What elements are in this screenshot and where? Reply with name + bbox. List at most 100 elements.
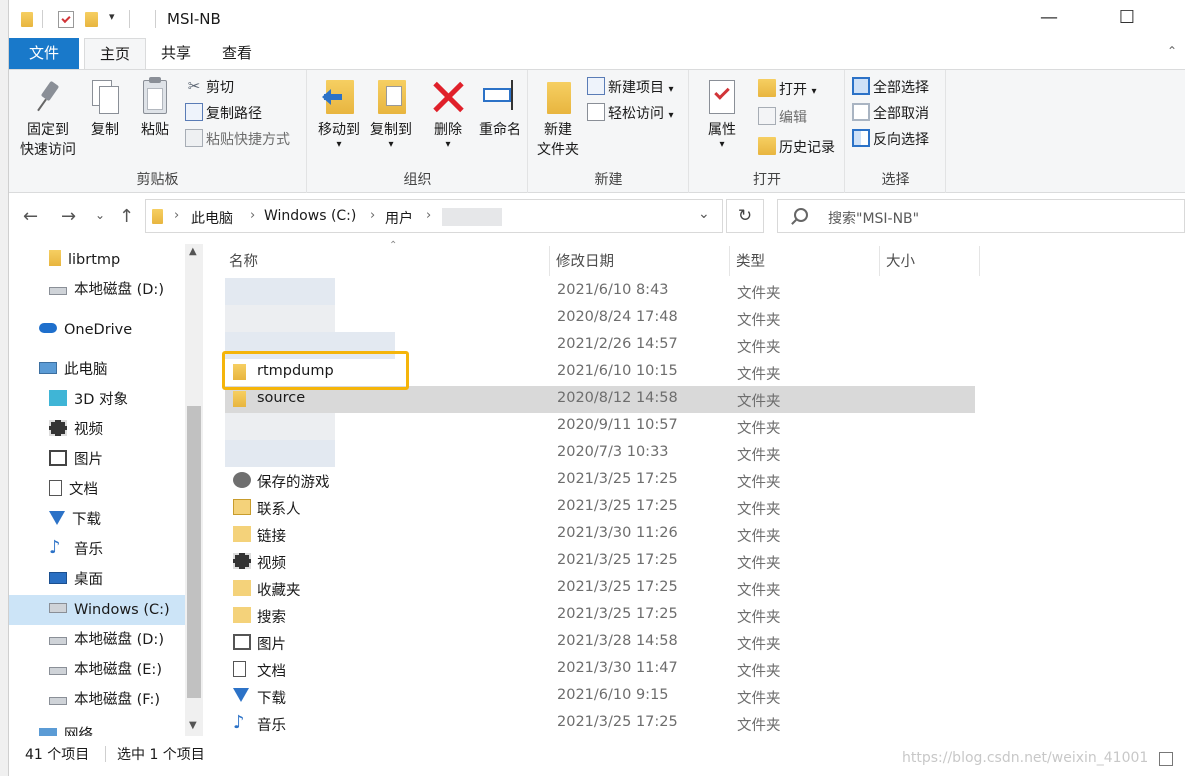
new-folder-button[interactable]: 新建 文件夹 [533, 76, 583, 160]
file-row[interactable]: 联系人 2021/3/25 17:25 文件夹 [225, 494, 975, 521]
pin-quick-access-button[interactable]: 固定到 快速访问 [15, 76, 81, 160]
file-date: 2021/6/10 10:15 [557, 363, 678, 379]
breadcrumb-this-pc[interactable]: 此电脑 [191, 208, 233, 228]
nav-item[interactable]: ♪ 音乐 [49, 535, 103, 565]
tab-view[interactable]: 查看 [207, 38, 267, 69]
file-row[interactable]: source 2020/8/12 14:58 文件夹 [225, 386, 975, 413]
nav-item[interactable]: 此电脑 [39, 355, 108, 385]
file-row[interactable]: 文档 2021/3/30 11:47 文件夹 [225, 656, 975, 683]
forward-arrow-icon[interactable]: → [61, 206, 76, 227]
file-row[interactable]: 视频 2021/3/25 17:25 文件夹 [225, 548, 975, 575]
nav-item[interactable]: OneDrive [39, 315, 132, 345]
details-view-icon[interactable] [1159, 752, 1173, 766]
maximize-button[interactable]: ☐ [1117, 8, 1137, 28]
nav-item-label: Windows (C:) [74, 602, 170, 618]
file-type: 文件夹 [737, 367, 781, 383]
column-header-date[interactable]: 修改日期 [556, 250, 614, 271]
history-button[interactable]: 历史记录 [758, 136, 835, 160]
minimize-button[interactable]: — [1039, 8, 1059, 28]
crumb-separator-icon[interactable]: › [250, 208, 255, 223]
easy-access-button[interactable]: 轻松访问 ▾ [587, 102, 673, 126]
nav-item[interactable]: 3D 对象 [49, 385, 128, 415]
nav-item[interactable]: 文档 [49, 475, 98, 505]
invert-selection-label: 反向选择 [873, 132, 929, 148]
copy-to-label: 复制到 [370, 122, 412, 138]
nav-item[interactable]: 本地磁盘 (E:) [49, 655, 162, 685]
copy-path-button[interactable]: 复制路径 [185, 102, 262, 126]
new-item-button[interactable]: 新建项目 ▾ [587, 76, 673, 100]
file-type: 文件夹 [737, 475, 781, 491]
tab-share[interactable]: 共享 [147, 38, 205, 69]
ribbon-collapse-icon[interactable]: ⌃ [1167, 44, 1177, 58]
invert-selection-button[interactable]: 反向选择 [852, 128, 929, 152]
up-arrow-icon[interactable]: ↑ [119, 206, 134, 227]
recent-locations-chevron-icon[interactable]: ⌄ [95, 208, 105, 222]
nav-item[interactable]: 图片 [49, 445, 103, 475]
tab-file[interactable]: 文件 [9, 38, 79, 69]
crumb-separator-icon[interactable]: › [426, 208, 431, 223]
scroll-thumb[interactable] [187, 406, 201, 698]
file-row[interactable]: 2020/7/3 10:33 文件夹 [225, 440, 975, 467]
rename-button[interactable]: 重命名 [474, 76, 526, 140]
nav-item[interactable]: 视频 [49, 415, 103, 445]
copy-button[interactable]: 复制 [83, 76, 127, 140]
paste-button[interactable]: 粘贴 [133, 76, 177, 140]
nav-item[interactable]: 本地磁盘 (D:) [49, 625, 164, 655]
open-button[interactable]: 打开 ▾ [758, 78, 816, 102]
nav-scrollbar[interactable]: ▲ ▼ [185, 244, 203, 736]
file-row[interactable]: 2020/8/24 17:48 文件夹 [225, 305, 975, 332]
new-folder-quick-icon[interactable] [85, 12, 98, 27]
nav-item[interactable]: Windows (C:) [9, 595, 187, 625]
column-header-name[interactable]: 名称 [229, 250, 258, 271]
address-dropdown-icon[interactable]: ⌄ [698, 206, 710, 222]
file-row[interactable]: 保存的游戏 2021/3/25 17:25 文件夹 [225, 467, 975, 494]
file-row[interactable]: 收藏夹 2021/3/25 17:25 文件夹 [225, 575, 975, 602]
file-name: 视频 [257, 556, 286, 572]
file-row[interactable]: ♪ 音乐 2021/3/25 17:25 文件夹 [225, 710, 975, 737]
properties-quick-icon[interactable] [58, 11, 74, 28]
nav-item[interactable]: librtmp [49, 245, 120, 275]
nav-item[interactable]: 本地磁盘 (D:) [49, 275, 164, 305]
new-group: 新建 文件夹 新建项目 ▾ 轻松访问 ▾ 新建 [529, 70, 689, 193]
new-folder-icon [541, 76, 575, 118]
address-bar[interactable]: › 此电脑 › Windows (C:) › 用户 › ⌄ [145, 199, 723, 233]
quick-access-dropdown-icon[interactable]: ▾ [109, 10, 115, 23]
edit-button[interactable]: 编辑 [758, 106, 807, 130]
copy-to-button[interactable]: 复制到 ▾ [366, 76, 416, 150]
breadcrumb-users[interactable]: 用户 [385, 208, 413, 228]
cut-button[interactable]: ✂ 剪切 [185, 76, 234, 100]
file-row[interactable]: 链接 2021/3/30 11:26 文件夹 [225, 521, 975, 548]
paste-shortcut-button[interactable]: 粘贴快捷方式 [185, 128, 290, 152]
nav-item[interactable]: 桌面 [49, 565, 103, 595]
select-none-button[interactable]: 全部取消 [852, 102, 929, 126]
file-type: 文件夹 [737, 313, 781, 329]
file-row[interactable]: 下载 2021/6/10 9:15 文件夹 [225, 683, 975, 710]
file-row[interactable]: 2021/6/10 8:43 文件夹 [225, 278, 975, 305]
file-row[interactable]: 2020/9/11 10:57 文件夹 [225, 413, 975, 440]
select-all-button[interactable]: 全部选择 [852, 76, 929, 100]
nav-item[interactable]: 下载 [49, 505, 101, 535]
column-header-size[interactable]: 大小 [886, 250, 915, 271]
scroll-up-arrow-icon[interactable]: ▲ [189, 246, 197, 257]
crumb-separator-icon[interactable]: › [370, 208, 375, 223]
column-header-type[interactable]: 类型 [736, 250, 765, 271]
file-row[interactable]: 搜索 2021/3/25 17:25 文件夹 [225, 602, 975, 629]
refresh-icon[interactable]: ↻ [726, 199, 764, 233]
back-arrow-icon[interactable]: ← [23, 206, 38, 227]
file-row[interactable]: 图片 2021/3/28 14:58 文件夹 [225, 629, 975, 656]
nav-item-label: 文档 [69, 482, 98, 498]
nav-item[interactable]: 本地磁盘 (F:) [49, 685, 160, 715]
history-icon [758, 137, 776, 155]
crumb-separator-icon[interactable]: › [174, 208, 179, 223]
breadcrumb-windows-c[interactable]: Windows (C:) [264, 208, 356, 224]
tab-home[interactable]: 主页 [84, 38, 146, 70]
cut-label: 剪切 [206, 80, 234, 96]
nav-item[interactable]: 网络 [39, 720, 93, 736]
delete-button[interactable]: 删除 ▾ [428, 76, 468, 150]
nav-item-label: OneDrive [64, 322, 133, 338]
search-input[interactable]: 搜索"MSI-NB" [777, 199, 1185, 233]
copy-icon [90, 76, 120, 118]
move-to-button[interactable]: 移动到 ▾ [314, 76, 364, 150]
scroll-down-arrow-icon[interactable]: ▼ [189, 720, 197, 731]
properties-button[interactable]: 属性 ▾ [702, 76, 742, 150]
